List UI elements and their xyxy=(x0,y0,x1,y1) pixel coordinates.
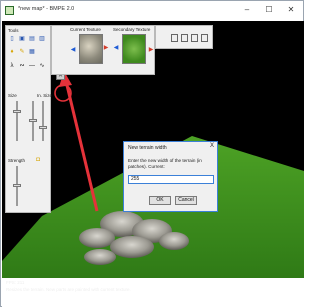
window-title: *new map* - BMPE 2.0 xyxy=(18,6,75,12)
flatten-tool-icon[interactable]: ― xyxy=(28,62,36,70)
annotation-circle xyxy=(54,84,72,102)
swap-right-icon[interactable]: ▶ xyxy=(102,44,110,52)
size-slider-track[interactable] xyxy=(16,101,18,141)
raise-tool-icon[interactable]: λ xyxy=(8,62,16,70)
current-texture-swatch[interactable] xyxy=(79,34,103,64)
light-icon[interactable]: ♦ xyxy=(8,48,16,56)
paint-icon[interactable]: ✎ xyxy=(18,48,26,56)
size-label: Size xyxy=(8,93,17,98)
grid-icon[interactable]: ▦ xyxy=(28,48,36,56)
width-input[interactable]: 255 xyxy=(128,175,214,184)
app-icon xyxy=(5,6,14,15)
dialog-title: New terrain width xyxy=(128,145,167,151)
lock-icon[interactable]: ◘ xyxy=(34,156,42,164)
tools-header: Tools xyxy=(8,28,19,33)
secondary-texture-swatch[interactable] xyxy=(122,34,146,64)
size-value: In. Size xyxy=(37,93,53,98)
close-icon[interactable]: X xyxy=(210,143,214,149)
cancel-button[interactable]: Cancel xyxy=(175,196,197,205)
tools-panel: Tools ▯ ▣ ▤ ▥ ♦ ✎ ▦ λ ∾ ― ∿ ◆ ✕ Size In.… xyxy=(5,25,65,213)
minimize-icon[interactable]: – xyxy=(241,4,253,16)
fps-readout: FPS: 211 xyxy=(6,280,25,285)
inner-size-slider-thumb[interactable] xyxy=(29,119,37,122)
new-file-icon[interactable]: ▯ xyxy=(8,35,16,43)
strength-label: Strength xyxy=(8,158,26,163)
third-slider-thumb[interactable] xyxy=(39,126,47,129)
texture-panel: Current Texture Secondary Texture ◀ ▶ ◀ … xyxy=(51,25,155,75)
view-3-icon[interactable] xyxy=(191,34,198,42)
prev-texture-icon[interactable]: ◀ xyxy=(69,46,77,54)
status-bar: FPS: 211 Resizes the terrain. New parts … xyxy=(2,278,304,307)
swap-left-icon[interactable]: ◀ xyxy=(112,44,120,52)
view-1-icon[interactable] xyxy=(171,34,178,42)
strength-slider-thumb[interactable] xyxy=(13,184,21,187)
maximize-icon[interactable]: ☐ xyxy=(263,4,275,16)
size-slider-thumb[interactable] xyxy=(13,110,21,113)
status-message: Resizes the terrain. New parts are paint… xyxy=(6,287,131,292)
dialog-prompt: Enter the new width of the terrain (in p… xyxy=(128,158,202,169)
next-texture-icon[interactable]: ▶ xyxy=(147,46,155,54)
third-slider-track[interactable] xyxy=(42,101,44,141)
current-texture-label: Current Texture xyxy=(70,27,101,32)
secondary-texture-label: Secondary Texture xyxy=(113,27,151,32)
view-tools xyxy=(155,25,213,49)
view-4-icon[interactable] xyxy=(201,34,208,42)
save-icon[interactable]: ▤ xyxy=(28,35,36,43)
open-file-icon[interactable]: ▣ xyxy=(18,35,26,43)
ok-button[interactable]: OK xyxy=(149,196,171,205)
title-bar: *new map* - BMPE 2.0 – ☐ ✕ xyxy=(1,1,303,21)
view-2-icon[interactable] xyxy=(181,34,188,42)
smooth-tool-icon[interactable]: ∿ xyxy=(38,62,46,70)
lower-tool-icon[interactable]: ∾ xyxy=(18,62,26,70)
new-terrain-width-dialog: New terrain width X Enter the new width … xyxy=(123,141,218,212)
save-as-icon[interactable]: ▥ xyxy=(38,35,46,43)
close-icon[interactable]: ✕ xyxy=(285,4,297,16)
app-window: *new map* - BMPE 2.0 – ☐ ✕ Tools ▯ ▣ ▤ ▥… xyxy=(0,0,304,307)
